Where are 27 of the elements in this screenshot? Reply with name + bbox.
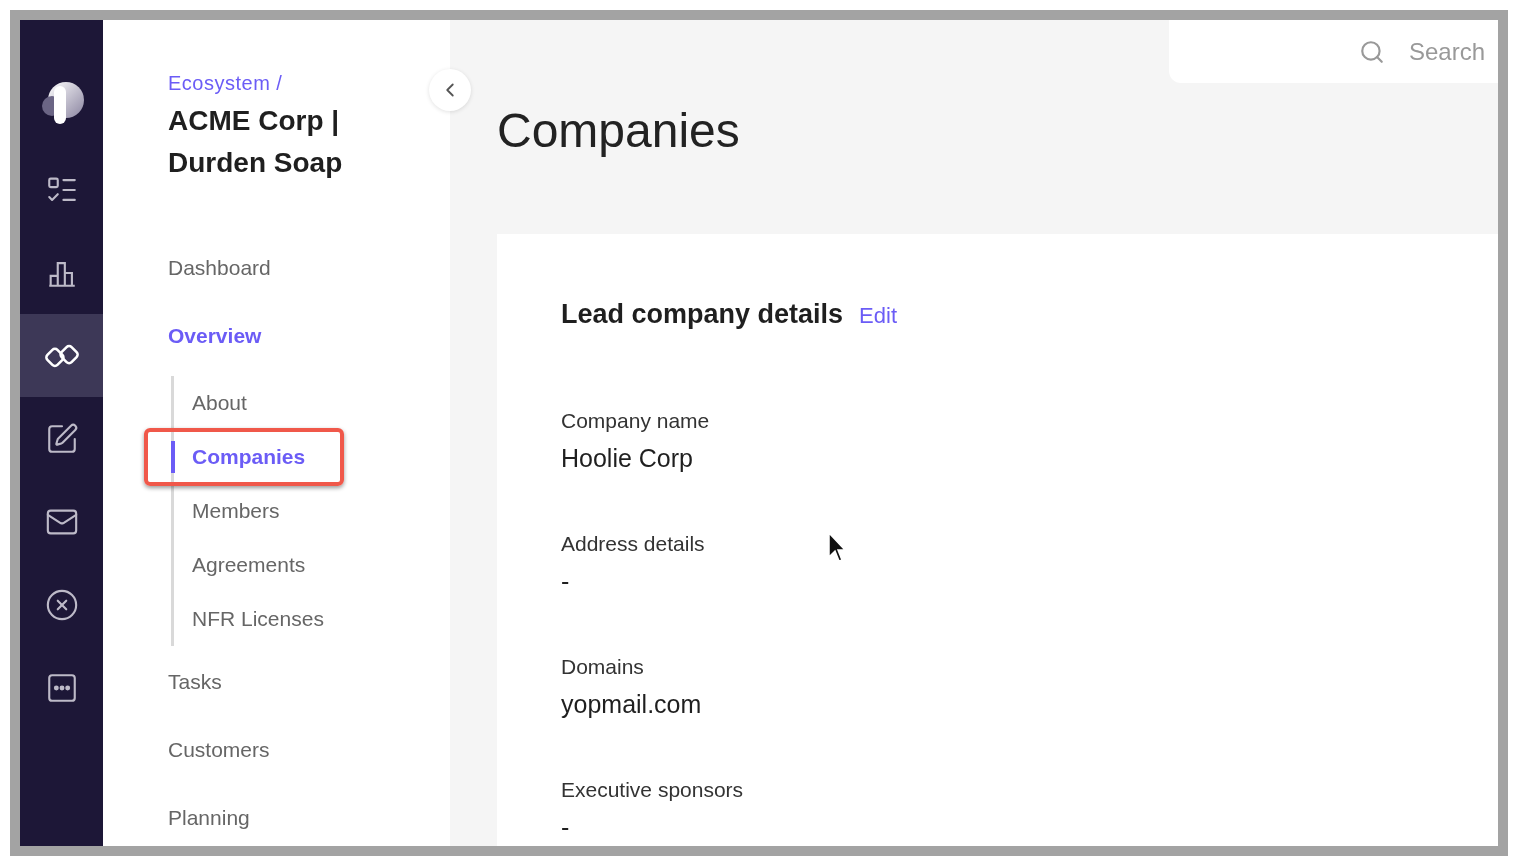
search-field[interactable]: Search	[1409, 33, 1498, 70]
field-value: yopmail.com	[561, 689, 702, 720]
subnav-item[interactable]: About	[171, 387, 247, 419]
field-label: Company name	[561, 407, 710, 434]
subnav-item[interactable]: Companies	[171, 441, 306, 473]
field-value: -	[561, 566, 570, 597]
subnav-item[interactable]: Members	[171, 495, 280, 527]
rail-button[interactable]	[20, 314, 103, 397]
field-value: -	[561, 812, 570, 843]
field-label: Executive sponsors	[561, 776, 744, 803]
nav-item[interactable]: Dashboard	[168, 252, 450, 320]
search-icon	[1359, 38, 1385, 65]
nav-item[interactable]: Customers	[168, 734, 450, 802]
edit-link[interactable]: Edit	[859, 299, 897, 332]
subnav-item[interactable]: Agreements	[171, 549, 306, 581]
field-label: Address details	[561, 530, 705, 557]
project-title: ACME Corp | Durden Soap	[168, 104, 344, 180]
nav-item[interactable]: Tasks	[168, 666, 450, 734]
field-value: Hoolie Corp	[561, 443, 693, 474]
field-label: Domains	[561, 653, 644, 680]
page-title: Companies	[497, 103, 740, 159]
card-heading: Lead company details	[561, 298, 844, 331]
nav-item[interactable]: Overview	[168, 320, 450, 388]
breadcrumb-link[interactable]: Ecosystem /	[168, 68, 283, 98]
subnav-item[interactable]: NFR Licenses	[171, 603, 324, 635]
circle-x-icon	[44, 587, 79, 622]
nav-item[interactable]: Planning	[168, 802, 450, 846]
